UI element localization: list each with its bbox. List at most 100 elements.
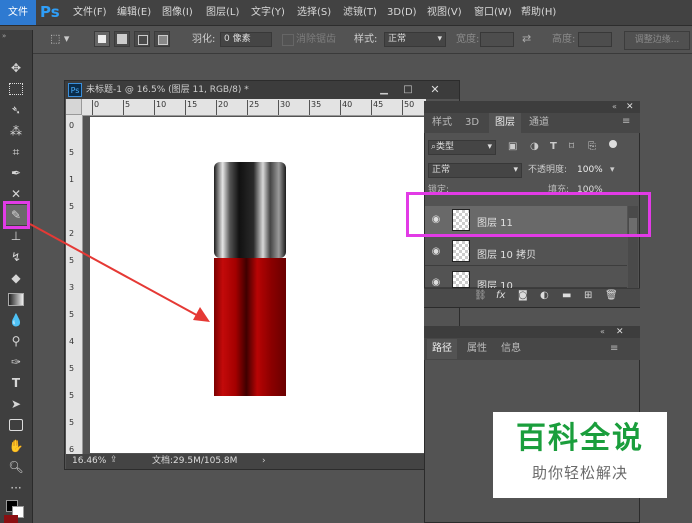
filter-toggle-icon[interactable] (609, 140, 617, 148)
paths-panel-menu-icon[interactable]: ≡ (610, 342, 624, 356)
menu-edit[interactable]: 编辑(E) (117, 0, 151, 25)
menu-view[interactable]: 视图(V) (427, 0, 462, 25)
pen-tool-icon[interactable]: ✑ (4, 352, 28, 372)
panel-close-icon[interactable]: ✕ (626, 101, 638, 113)
menu-file[interactable]: 文件(F) (73, 0, 107, 25)
link-layers-icon[interactable]: ⛓ (474, 290, 487, 302)
menu-layer[interactable]: 图层(L) (206, 0, 239, 25)
clone-stamp-tool-icon[interactable]: ⊥ (4, 226, 28, 246)
menu-filter[interactable]: 滤镜(T) (343, 0, 377, 25)
close-icon[interactable]: ✕ (422, 83, 448, 97)
width-input[interactable] (480, 32, 514, 47)
delete-layer-icon[interactable]: 🗑︎ (605, 290, 618, 302)
new-selection-button[interactable] (94, 31, 110, 47)
marquee-tool-icon[interactable] (4, 79, 28, 99)
ruler-tick-label: 5 (69, 148, 75, 157)
horizontal-ruler[interactable]: 0 5 10 15 20 25 30 35 40 45 50 (66, 99, 426, 116)
lipstick-cap (214, 162, 286, 258)
paths-panel-close-icon[interactable]: ✕ (616, 326, 628, 338)
tab-3d[interactable]: 3D (460, 113, 484, 133)
zoom-tool-icon[interactable]: 🔍︎ (4, 457, 28, 477)
vertical-ruler[interactable]: 0 5 1 5 2 5 3 5 4 5 5 5 6 (66, 115, 83, 455)
lasso-tool-icon[interactable]: ➴ (4, 100, 28, 120)
toolbar-collapse-icon[interactable]: » (2, 32, 30, 40)
visibility-eye-icon[interactable]: ◉ (430, 278, 442, 288)
add-selection-button[interactable] (114, 31, 130, 47)
move-tool-icon[interactable]: ✥ (4, 58, 28, 78)
antialias-label: 消除锯齿 (296, 34, 336, 45)
quick-selection-tool-icon[interactable]: ⁂ (4, 121, 28, 141)
layers-panel-header[interactable] (424, 101, 640, 113)
opacity-value[interactable]: 100% (577, 163, 603, 178)
tab-layers[interactable]: 图层 (489, 113, 521, 133)
menu-type[interactable]: 文字(Y) (251, 0, 285, 25)
filter-adjustment-icon[interactable]: ◑ (530, 141, 542, 153)
style-select-value: 正常 (388, 34, 407, 44)
tab-channels[interactable]: 通道 (524, 113, 554, 133)
filter-type-icon[interactable]: T (550, 141, 562, 153)
minimize-icon[interactable]: ▁ (374, 83, 394, 97)
ruler-origin[interactable] (66, 99, 82, 115)
watermark-title: 百科全说 (516, 421, 644, 456)
ruler-tick (371, 100, 372, 115)
filter-shape-icon[interactable]: ⌑ (569, 141, 581, 153)
layer-filter-select[interactable]: ⌕类型 ▾ (428, 140, 496, 155)
type-tool-icon[interactable]: T (4, 373, 28, 393)
menu-help[interactable]: 帮助(H) (521, 0, 556, 25)
share-icon[interactable]: ⇪ (110, 455, 121, 466)
menu-window[interactable]: 窗口(W) (474, 0, 512, 25)
opacity-label: 不透明度: (528, 165, 568, 175)
more-tools-icon[interactable]: ··· (4, 478, 28, 498)
style-select[interactable]: 正常 ▾ (384, 32, 446, 47)
tab-properties[interactable]: 属性 (462, 339, 492, 359)
shape-tool-icon[interactable] (4, 415, 28, 435)
status-menu-arrow-icon[interactable]: › (262, 454, 266, 469)
filter-pixel-icon[interactable]: ▣ (508, 141, 520, 153)
tab-styles[interactable]: 样式 (427, 113, 457, 133)
filter-smart-object-icon[interactable]: ⎘ (588, 141, 600, 153)
antialias-checkbox[interactable] (282, 34, 294, 46)
ruler-tick (185, 100, 186, 115)
ruler-tick (309, 100, 310, 115)
intersect-selection-button[interactable] (154, 31, 170, 47)
tab-info[interactable]: 信息 (496, 339, 526, 359)
panel-collapse-icon[interactable]: « (612, 101, 624, 113)
blur-tool-icon[interactable]: 💧 (4, 310, 28, 330)
menu-3d[interactable]: 3D(D) (387, 0, 417, 25)
menu-select[interactable]: 选择(S) (297, 0, 331, 25)
path-selection-tool-icon[interactable]: ➤ (4, 394, 28, 414)
crop-tool-icon[interactable]: ⌗ (4, 142, 28, 162)
add-mask-icon[interactable]: ◙ (518, 290, 530, 302)
eyedropper-tool-icon[interactable]: ✒ (4, 163, 28, 183)
blend-mode-select[interactable]: 正常 ▾ (428, 163, 522, 178)
swap-dimensions-icon[interactable]: ⇄ (522, 32, 536, 46)
opacity-dropdown-icon[interactable]: ▾ (610, 163, 615, 178)
eraser-tool-icon[interactable]: ◆ (4, 268, 28, 288)
height-input[interactable] (578, 32, 612, 47)
new-group-icon[interactable]: ▬ (562, 290, 574, 302)
feather-input[interactable]: 0 像素 (220, 32, 272, 47)
subtract-selection-button[interactable] (134, 31, 150, 47)
quick-mask-icon[interactable] (4, 515, 18, 523)
layer-style-icon[interactable]: fx (496, 290, 510, 302)
filter-kind-value: 类型 (436, 142, 455, 152)
visibility-eye-icon[interactable]: ◉ (430, 247, 442, 257)
maximize-icon[interactable]: □ (398, 83, 418, 97)
zoom-level[interactable]: 16.46% (72, 454, 106, 469)
dodge-tool-icon[interactable]: ⚲ (4, 331, 28, 351)
ruler-tick-label: 5 (69, 418, 75, 427)
refine-edge-button[interactable]: 调整边缘... (624, 31, 690, 50)
gradient-tool-icon[interactable] (4, 289, 28, 309)
history-brush-tool-icon[interactable]: ↯ (4, 247, 28, 267)
file-tab[interactable]: 文件 (0, 0, 36, 25)
ruler-tick-label: 1 (69, 175, 75, 184)
ruler-tick (278, 100, 279, 115)
adjustment-layer-icon[interactable]: ◐ (540, 290, 552, 302)
layers-panel-menu-icon[interactable]: ≡ (622, 115, 636, 129)
hand-tool-icon[interactable]: ✋ (4, 436, 28, 456)
new-layer-icon[interactable]: ⊞ (584, 290, 596, 302)
paths-panel-collapse-icon[interactable]: « (600, 326, 612, 338)
menu-image[interactable]: 图像(I) (162, 0, 193, 25)
tab-paths[interactable]: 路径 (427, 339, 457, 359)
marquee-preset-icon[interactable]: ⬚ ▾ (50, 31, 72, 47)
